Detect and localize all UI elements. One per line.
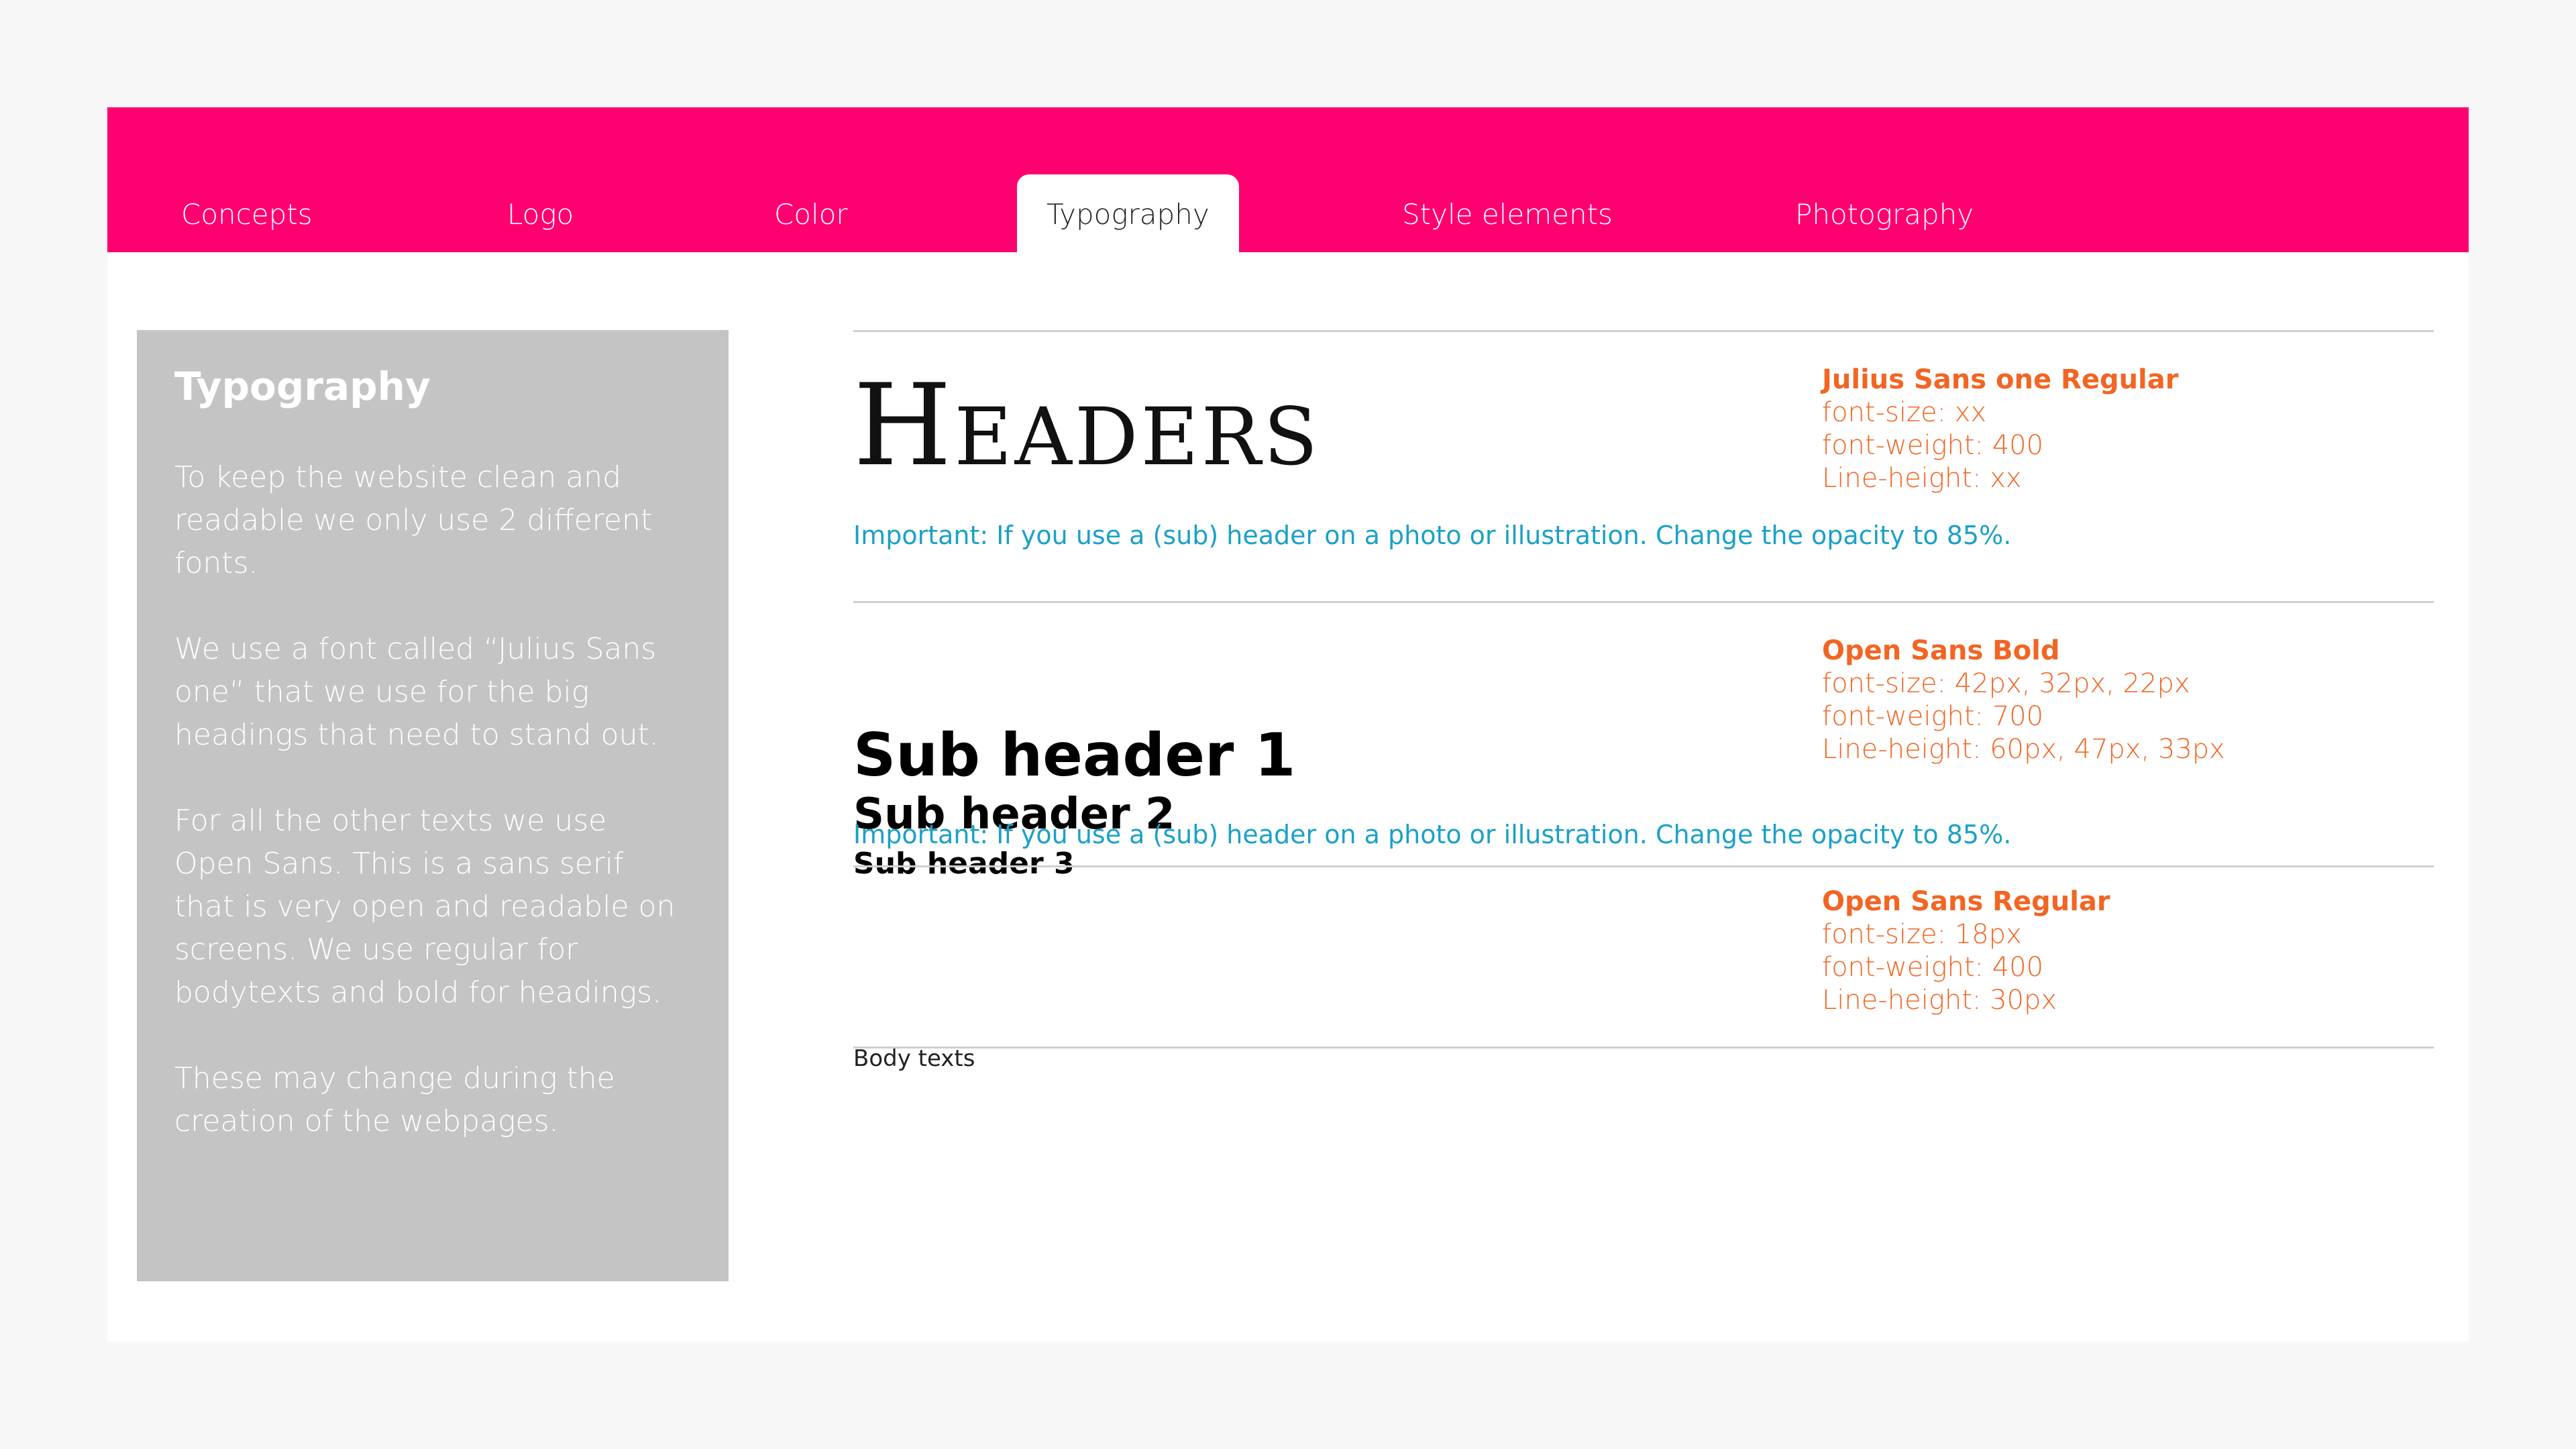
sidebar-text: To keep the website clean and readable w… (174, 456, 684, 1186)
opacity-note: Important: If you use a (sub) header on … (853, 820, 2012, 849)
tab-color[interactable]: Color (774, 173, 848, 252)
spec-line-height: Line-height: 60px, 47px, 33px (1822, 734, 2225, 765)
subheaders-font-spec: Open Sans Bold font-size: 42px, 32px, 22… (1822, 635, 2225, 766)
spec-line-height: Line-height: xx (1822, 463, 2022, 494)
spec-font-weight: font-weight: 400 (1822, 430, 2044, 461)
nav-bar: Concepts Logo Color Typography Style ele… (107, 107, 2469, 252)
page-frame: Concepts Logo Color Typography Style ele… (107, 107, 2469, 1342)
tab-typography[interactable]: Typography (1017, 174, 1239, 252)
tab-concepts[interactable]: Concepts (181, 173, 313, 252)
spec-font-name: Open Sans Bold (1822, 635, 2060, 666)
spec-font-weight: font-weight: 400 (1822, 952, 2044, 983)
spec-line-height: Line-height: 30px (1822, 985, 2057, 1016)
section-divider (853, 865, 2434, 867)
section-divider (853, 330, 2434, 332)
tab-logo[interactable]: Logo (507, 173, 574, 252)
section-divider (853, 601, 2434, 603)
sidebar-paragraph: For all the other texts we use Open Sans… (174, 804, 676, 1010)
spec-font-size: font-size: 18px (1822, 919, 2022, 950)
body-text-sample: Body texts (853, 1045, 975, 1072)
page: Concepts Logo Color Typography Style ele… (0, 0, 2576, 1449)
sidebar-title: Typography (174, 364, 431, 409)
headers-font-spec: Julius Sans one Regular font-size: xx fo… (1822, 364, 2178, 495)
sub-header-1-sample: Sub header 1 (853, 720, 1296, 790)
spec-font-size: font-size: xx (1822, 397, 1987, 428)
spec-font-weight: font-weight: 700 (1822, 701, 2044, 732)
sidebar-paragraph: We use a font called “Julius Sans one” t… (174, 632, 659, 752)
spec-font-size: font-size: 42px, 32px, 22px (1822, 668, 2190, 699)
section-divider (853, 1046, 2434, 1049)
sub-header-3-sample: Sub header 3 (853, 847, 1075, 881)
headers-sample: Headers (853, 360, 1321, 491)
body-font-spec: Open Sans Regular font-size: 18px font-w… (1822, 885, 2110, 1017)
sidebar-paragraph: To keep the website clean and readable w… (174, 460, 653, 580)
tab-photography[interactable]: Photography (1795, 173, 1974, 252)
spec-font-name: Open Sans Regular (1822, 886, 2110, 917)
sidebar-paragraph: These may change during the creation of … (174, 1061, 615, 1138)
opacity-note: Important: If you use a (sub) header on … (853, 521, 2012, 550)
tab-style-elements[interactable]: Style elements (1402, 173, 1613, 252)
spec-font-name: Julius Sans one Regular (1822, 364, 2179, 395)
sidebar-panel: Typography To keep the website clean and… (137, 330, 729, 1281)
